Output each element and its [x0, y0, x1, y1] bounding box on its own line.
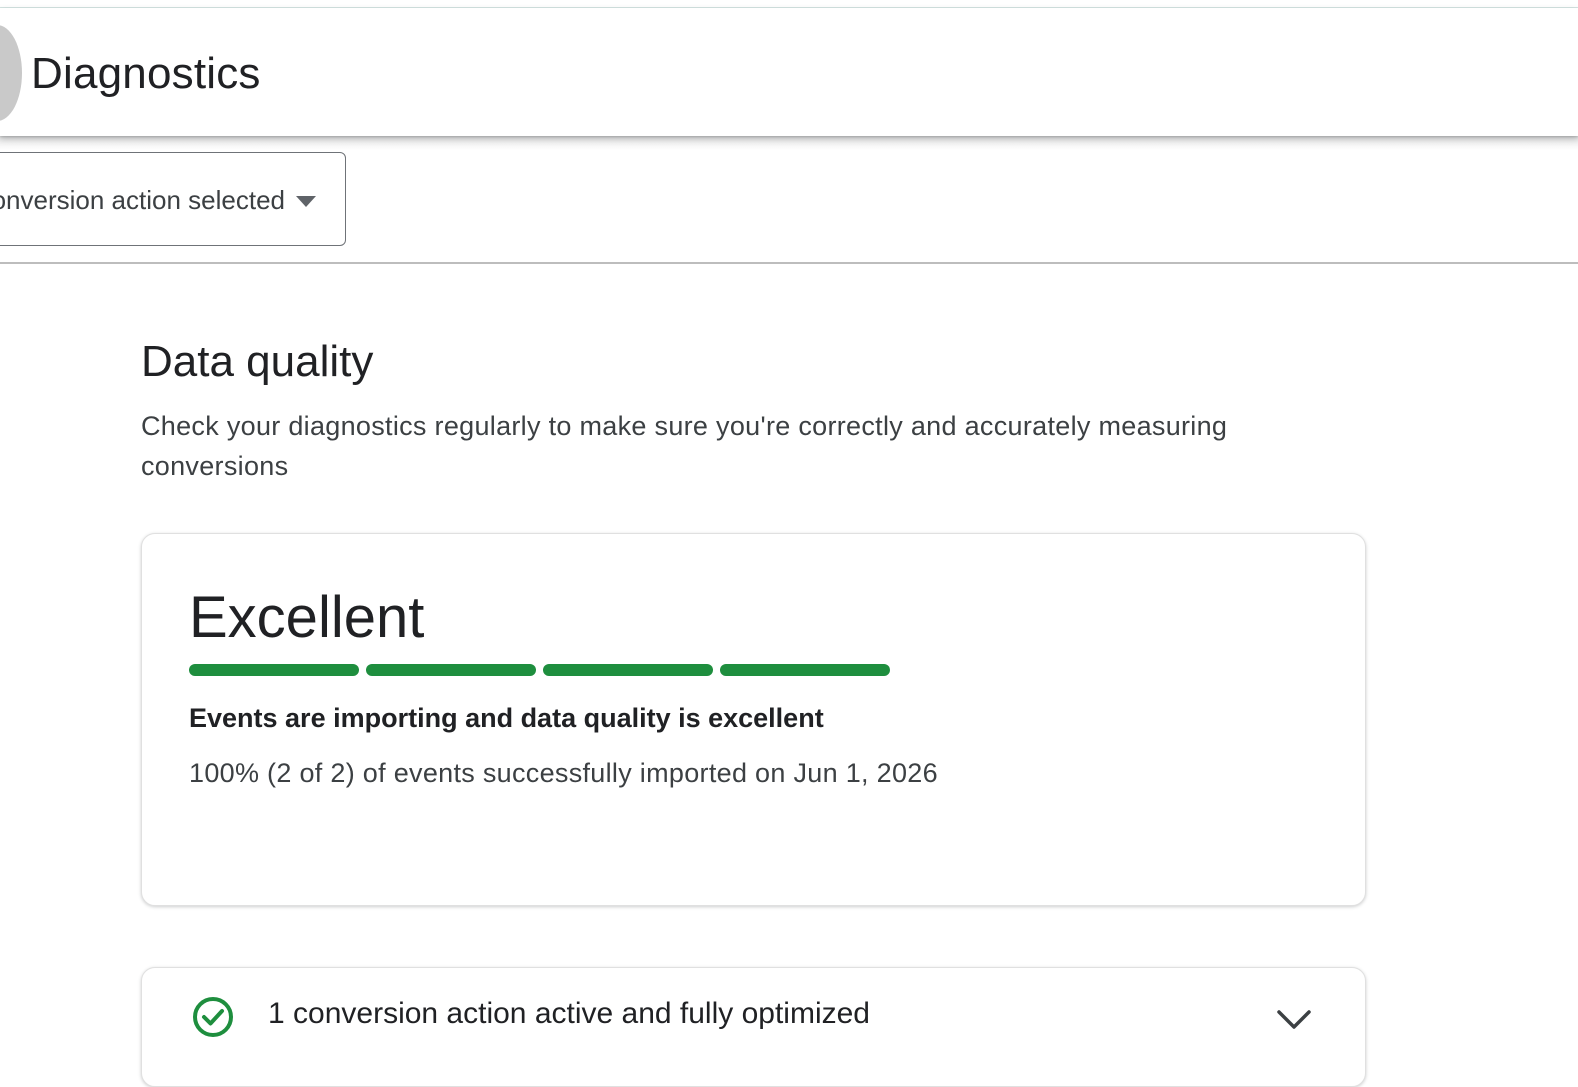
status-item-title: 1 conversion action active and fully opt…: [268, 997, 870, 1030]
arrow-drop-down-icon: [296, 196, 316, 207]
quality-meter-segment: [543, 664, 713, 676]
page-header: Diagnostics: [0, 8, 1578, 136]
quality-meter-segment: [189, 664, 359, 676]
quality-rating: Excellent: [189, 585, 425, 650]
quality-meter: [189, 664, 890, 676]
quality-meter-segment: [720, 664, 890, 676]
main-content: Data quality Check your diagnostics regu…: [0, 264, 1578, 1087]
top-accent-bar: [0, 0, 1578, 8]
section-description: Check your diagnostics regularly to make…: [141, 411, 1228, 481]
page-title: Diagnostics: [31, 49, 261, 98]
check-circle-icon: [193, 997, 233, 1037]
section-title: Data quality: [141, 337, 374, 386]
filter-bar: 1 conversion action selected: [0, 136, 1578, 264]
import-detail: 100% (2 of 2) of events successfully imp…: [189, 758, 938, 788]
avatar[interactable]: [0, 25, 22, 121]
data-quality-card: Excellent Events are importing and data …: [141, 533, 1366, 906]
quality-meter-segment: [366, 664, 536, 676]
chevron-down-icon[interactable]: [1276, 1008, 1312, 1032]
conversion-action-select[interactable]: 1 conversion action selected: [0, 152, 346, 246]
status-item-card[interactable]: 1 conversion action active and fully opt…: [141, 967, 1366, 1087]
conversion-action-select-label: 1 conversion action selected: [0, 185, 285, 215]
quality-headline: Events are importing and data quality is…: [189, 703, 824, 733]
